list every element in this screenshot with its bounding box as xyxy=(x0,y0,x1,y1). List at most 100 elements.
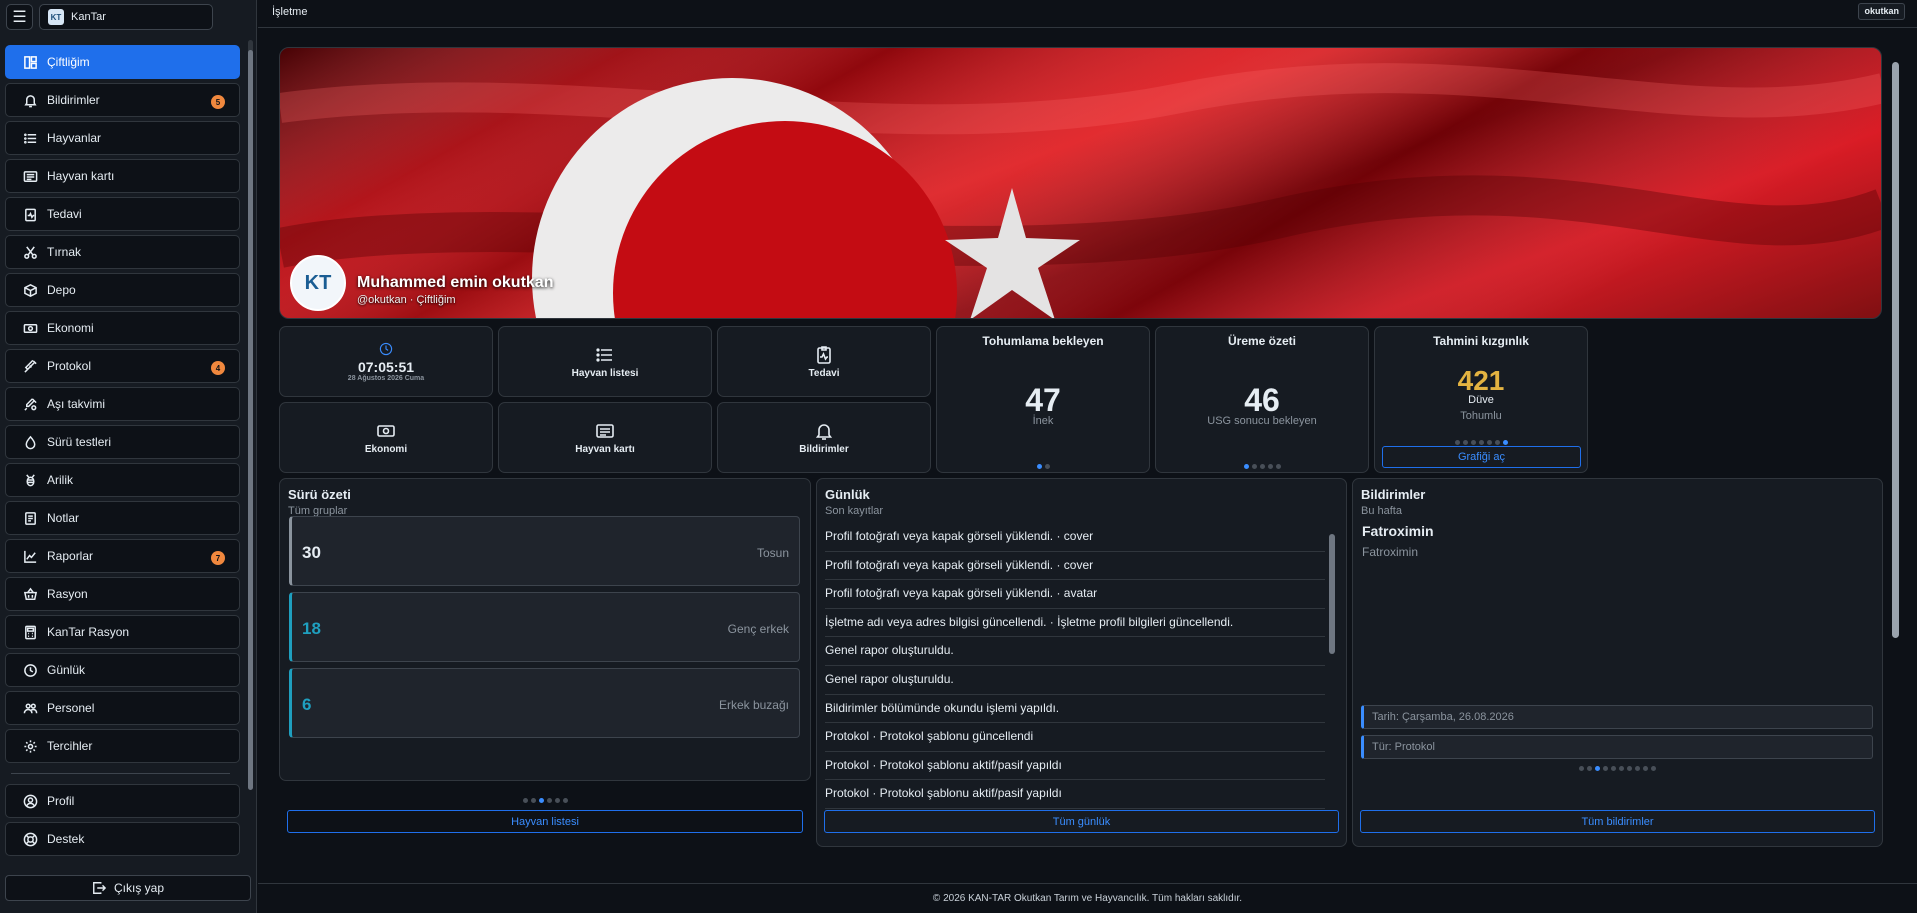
sidebar-item-profil[interactable]: Profil xyxy=(5,784,240,818)
carousel-dot[interactable] xyxy=(522,798,528,803)
avatar[interactable]: KT xyxy=(290,255,346,311)
insemination-card[interactable]: Tohumlama bekleyen 47 İnek xyxy=(936,326,1150,473)
notifications-carousel-dots[interactable] xyxy=(1353,766,1882,771)
carousel-dot[interactable] xyxy=(1454,440,1460,445)
carousel-dot[interactable] xyxy=(1275,464,1281,469)
log-list-item[interactable]: Profil fotoğrafı veya kapak görseli yükl… xyxy=(825,523,1325,552)
carousel-dot[interactable] xyxy=(530,798,536,803)
animal-card-tile-label: Hayvan kartı xyxy=(575,443,635,455)
sidebar-item-notlar[interactable]: Notlar xyxy=(5,501,240,535)
herd-group-label: Erkek buzağı xyxy=(718,698,789,712)
sidebar-item-arilik[interactable]: Arilik xyxy=(5,463,240,497)
sidebar-item-hayvanlar[interactable]: Hayvanlar xyxy=(5,121,240,155)
insemination-carousel-dots[interactable] xyxy=(937,464,1149,469)
breeding-carousel-dots[interactable] xyxy=(1156,464,1368,469)
carousel-dot[interactable] xyxy=(1470,440,1476,445)
carousel-dot[interactable] xyxy=(1036,464,1042,469)
sidebar-item-ciftligim[interactable]: Çiftliğim xyxy=(5,45,240,79)
herd-carousel-dots[interactable] xyxy=(280,798,810,803)
sidebar-item-hayvan-karti[interactable]: Hayvan kartı xyxy=(5,159,240,193)
log-list-item[interactable]: Profil fotoğrafı veya kapak görseli yükl… xyxy=(825,580,1325,609)
carousel-dot[interactable] xyxy=(554,798,560,803)
notification-type: Tür: Protokol xyxy=(1361,735,1873,759)
list-icon xyxy=(22,130,38,146)
carousel-dot[interactable] xyxy=(1643,766,1648,771)
user-menu-button[interactable]: okutkan xyxy=(1858,3,1905,20)
notifications-subtitle: Bu hafta xyxy=(1361,505,1402,517)
estrus-carousel-dots[interactable] xyxy=(1375,440,1587,445)
herd-group-item[interactable]: 6 Erkek buzağı xyxy=(289,668,800,738)
log-list-item[interactable]: Genel rapor oluşturuldu. xyxy=(825,637,1325,666)
sidebar-item-suru-testleri[interactable]: Sürü testleri xyxy=(5,425,240,459)
carousel-dot[interactable] xyxy=(1603,766,1608,771)
brand-button[interactable]: KT KanTar xyxy=(39,4,213,30)
sidebar-item-tirnak[interactable]: Tırnak xyxy=(5,235,240,269)
sidebar-item-tedavi[interactable]: Tedavi xyxy=(5,197,240,231)
carousel-dot[interactable] xyxy=(1494,440,1500,445)
basket-icon xyxy=(22,586,38,602)
sidebar-item-raporlar[interactable]: Raporlar 7 xyxy=(5,539,240,573)
sidebar-scrollbar[interactable] xyxy=(248,40,253,790)
log-list-item[interactable]: Protokol · Protokol şablonu güncellendi xyxy=(825,723,1325,752)
carousel-dot[interactable] xyxy=(1579,766,1584,771)
herd-group-item[interactable]: 30 Tosun xyxy=(289,516,800,586)
carousel-dot[interactable] xyxy=(1243,464,1249,469)
log-list-item[interactable]: Genel rapor oluşturuldu. xyxy=(825,666,1325,695)
logout-icon xyxy=(93,882,106,894)
sidebar-item-protokol[interactable]: Protokol 4 xyxy=(5,349,240,383)
log-list-item[interactable]: Profil fotoğrafı veya kapak görseli yükl… xyxy=(825,552,1325,581)
carousel-dot[interactable] xyxy=(1611,766,1616,771)
all-log-button[interactable]: Tüm günlük xyxy=(824,810,1339,833)
carousel-dot[interactable] xyxy=(1595,766,1600,771)
bee-icon xyxy=(22,472,38,488)
sidebar-item-rasyon[interactable]: Rasyon xyxy=(5,577,240,611)
carousel-dot[interactable] xyxy=(1486,440,1492,445)
animal-list-tile[interactable]: Hayvan listesi xyxy=(498,326,712,397)
sidebar-item-gunluk[interactable]: Günlük xyxy=(5,653,240,687)
sidebar-item-ekonomi[interactable]: Ekonomi xyxy=(5,311,240,345)
carousel-dot[interactable] xyxy=(546,798,552,803)
carousel-dot[interactable] xyxy=(1502,440,1508,445)
carousel-dot[interactable] xyxy=(1267,464,1273,469)
carousel-dot[interactable] xyxy=(538,798,544,803)
treatment-tile[interactable]: Tedavi xyxy=(717,326,931,397)
breeding-card[interactable]: Üreme özeti 46 USG sonucu bekleyen xyxy=(1155,326,1369,473)
animal-list-button[interactable]: Hayvan listesi xyxy=(287,810,803,833)
log-list-item[interactable]: Protokol · Protokol şablonu aktif/pasif … xyxy=(825,780,1325,809)
sidebar-item-personel[interactable]: Personel xyxy=(5,691,240,725)
hamburger-menu-button[interactable]: ☰ xyxy=(6,4,33,30)
sidebar-item-kantar-rasyon[interactable]: KanTar Rasyon xyxy=(5,615,240,649)
carousel-dot[interactable] xyxy=(1462,440,1468,445)
sidebar-item-asi-takvimi[interactable]: Aşı takvimi xyxy=(5,387,240,421)
herd-group-item[interactable]: 18 Genç erkek xyxy=(289,592,800,662)
all-notifications-button[interactable]: Tüm bildirimler xyxy=(1360,810,1875,833)
carousel-dot[interactable] xyxy=(562,798,568,803)
carousel-dot[interactable] xyxy=(1635,766,1640,771)
carousel-dot[interactable] xyxy=(1044,464,1050,469)
logout-button[interactable]: Çıkış yap xyxy=(5,875,251,901)
sidebar-item-bildirimler[interactable]: Bildirimler 5 xyxy=(5,83,240,117)
sidebar-scrollbar-thumb[interactable] xyxy=(248,50,253,790)
notification-heading[interactable]: Fatroximin xyxy=(1362,523,1434,539)
carousel-dot[interactable] xyxy=(1619,766,1624,771)
sidebar-item-tercihler[interactable]: Tercihler xyxy=(5,729,240,763)
economy-tile[interactable]: Ekonomi xyxy=(279,402,493,473)
log-list-item[interactable]: Bildirimler bölümünde okundu işlemi yapı… xyxy=(825,695,1325,724)
sidebar-item-destek[interactable]: Destek xyxy=(5,822,240,856)
main-scrollbar-thumb[interactable] xyxy=(1892,62,1899,638)
carousel-dot[interactable] xyxy=(1251,464,1257,469)
log-list-item[interactable]: İşletme adı veya adres bilgisi güncellen… xyxy=(825,609,1325,638)
carousel-dot[interactable] xyxy=(1651,766,1656,771)
chart-line-icon xyxy=(22,548,38,564)
carousel-dot[interactable] xyxy=(1259,464,1265,469)
animal-card-tile[interactable]: Hayvan kartı xyxy=(498,402,712,473)
open-chart-button[interactable]: Grafiği aç xyxy=(1382,446,1581,468)
logout-label: Çıkış yap xyxy=(113,881,164,895)
log-scrollbar-thumb[interactable] xyxy=(1329,534,1335,654)
carousel-dot[interactable] xyxy=(1587,766,1592,771)
carousel-dot[interactable] xyxy=(1627,766,1632,771)
carousel-dot[interactable] xyxy=(1478,440,1484,445)
log-list-item[interactable]: Protokol · Protokol şablonu aktif/pasif … xyxy=(825,752,1325,781)
notifications-tile[interactable]: Bildirimler xyxy=(717,402,931,473)
sidebar-item-depo[interactable]: Depo xyxy=(5,273,240,307)
